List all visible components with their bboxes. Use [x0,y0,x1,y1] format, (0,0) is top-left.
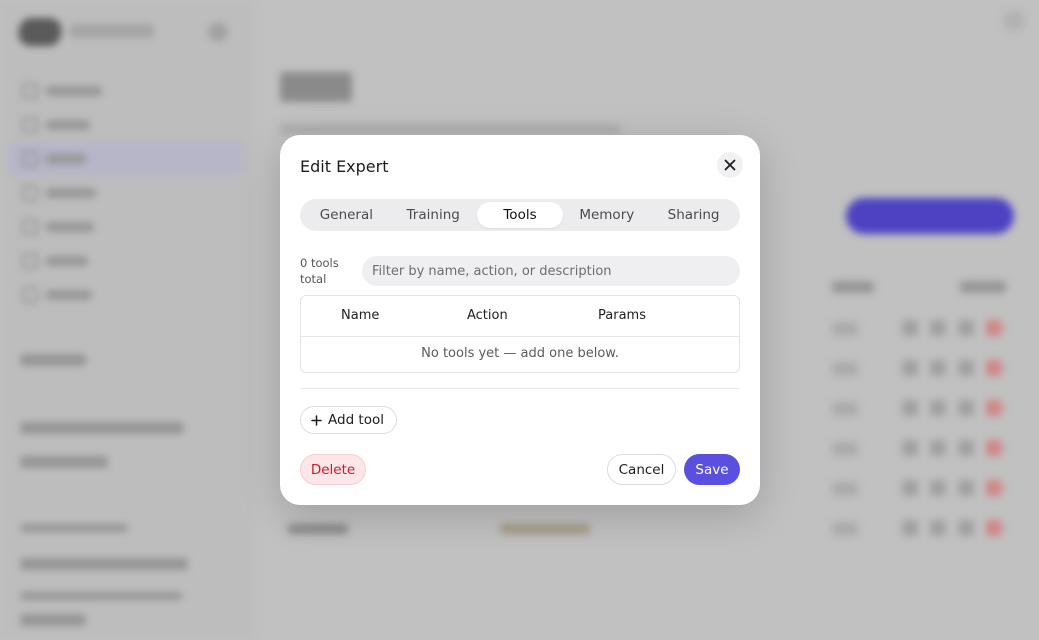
tab-tools[interactable]: Tools [476,202,564,228]
column-header-params[interactable]: Params [598,308,646,323]
delete-button[interactable]: Delete [300,454,366,485]
edit-expert-dialog: Edit Expert General Training Tools Memor… [280,135,760,505]
column-header-action[interactable]: Action [467,308,508,323]
table-header: Name Action Params [301,296,739,337]
add-tool-label: Add tool [328,412,384,428]
column-header-name[interactable]: Name [341,308,379,323]
tab-general[interactable]: General [303,202,390,228]
tab-sharing[interactable]: Sharing [650,202,737,228]
cancel-button[interactable]: Cancel [607,454,676,485]
dialog-tabs: General Training Tools Memory Sharing [300,199,740,231]
tab-training[interactable]: Training [390,202,477,228]
tab-memory[interactable]: Memory [563,202,650,228]
divider [300,388,740,389]
filter-input[interactable] [362,256,740,286]
close-button[interactable] [717,152,743,178]
plus-icon [311,414,322,426]
tools-count: 0 tools total [300,256,339,286]
close-icon [724,159,736,171]
dialog-title: Edit Expert [300,157,389,176]
save-button[interactable]: Save [684,454,740,485]
add-tool-button[interactable]: Add tool [300,406,397,434]
empty-state-message: No tools yet — add one below. [421,346,619,361]
tools-table: Name Action Params No tools yet — add on… [300,295,740,373]
